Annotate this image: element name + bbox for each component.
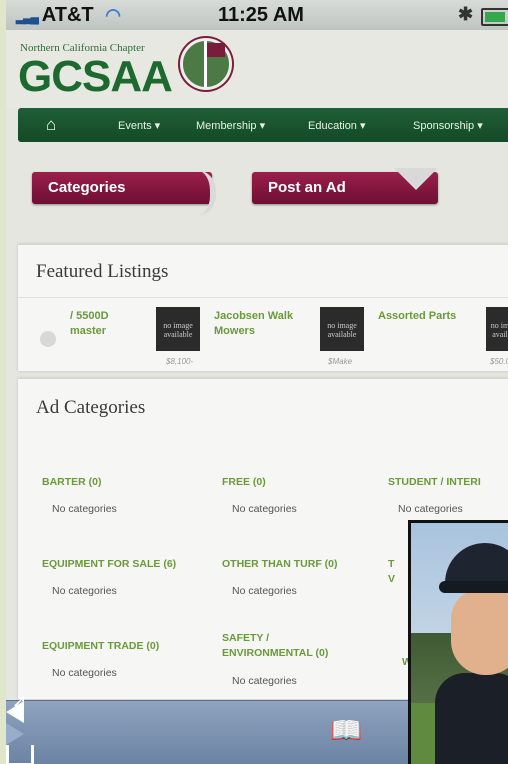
featured-listings-title: Featured Listings <box>36 261 169 282</box>
category-title[interactable]: SAFETY / ENVIRONMENTAL (0) <box>222 631 362 661</box>
site-header: Northern California Chapter GCSAA <box>6 30 508 108</box>
carousel-indicator-icon <box>40 331 56 347</box>
curl-arrow-icon <box>182 170 216 216</box>
post-ad-button-label: Post an Ad <box>268 179 346 196</box>
category-title[interactable]: OTHER THAN TURF (0) <box>222 557 338 572</box>
listing-thumbnail[interactable]: no image available <box>320 307 364 351</box>
ad-categories-title: Ad Categories <box>36 397 146 418</box>
home-icon[interactable]: ⌂ <box>46 115 56 135</box>
listing-price: $Make <box>328 357 353 366</box>
forward-arrow-icon[interactable] <box>6 723 24 745</box>
share-icon[interactable]: ➚ <box>6 691 34 764</box>
nav-item-sponsorship[interactable]: Sponsorship ▾ <box>413 119 483 132</box>
carrier-label: AT&T <box>41 4 94 26</box>
nav-item-membership[interactable]: Membership ▾ <box>196 119 265 132</box>
signal-icon: ▂▃▄ <box>16 10 39 24</box>
nav-item-education[interactable]: Education ▾ <box>308 119 366 132</box>
battery-icon <box>481 8 508 26</box>
category-note: No categories <box>52 503 117 515</box>
listing-thumbnail[interactable]: no image available <box>156 307 200 351</box>
video-thumbnail[interactable] <box>408 520 508 764</box>
listing-title[interactable]: Assorted Parts <box>378 309 458 324</box>
bookmarks-icon[interactable]: 📖 <box>330 715 362 746</box>
categories-button-label: Categories <box>48 179 126 196</box>
category-title[interactable]: BARTER (0) <box>42 475 102 490</box>
category-title[interactable]: T V <box>388 557 395 587</box>
wifi-icon: ◠ <box>105 5 121 25</box>
browser-toolbar: ➚ 📖 <box>6 691 408 764</box>
logo-golf-ball-icon <box>180 38 232 90</box>
listing-price: $8,100- <box>166 357 194 366</box>
featured-listings-card: Featured Listings / 5500D master no imag… <box>18 244 508 371</box>
listing-title[interactable]: / 5500D master <box>70 309 130 339</box>
listing-thumbnail[interactable]: no im avail <box>486 307 508 351</box>
status-bar: ▂▃▄ AT&T ◠ 11:25 AM ✱ <box>6 0 508 30</box>
category-note: No categories <box>52 667 117 679</box>
listing-price: $50.0 <box>490 357 508 366</box>
listing-title[interactable]: Jacobsen Walk Mowers <box>214 309 294 339</box>
category-note: No categories <box>232 675 297 687</box>
main-nav: ⌂ Events ▾ Membership ▾ Education ▾ Spon… <box>18 108 508 142</box>
bluetooth-icon: ✱ <box>458 4 474 24</box>
status-time: 11:25 AM <box>218 4 304 26</box>
nav-item-events[interactable]: Events ▾ <box>118 119 160 132</box>
category-note: No categories <box>232 585 297 597</box>
dropdown-triangle-icon <box>394 168 438 190</box>
category-title[interactable]: EQUIPMENT FOR SALE (6) <box>42 557 176 572</box>
category-note: No categories <box>398 503 463 515</box>
site-logo[interactable]: GCSAA <box>18 52 173 102</box>
category-note: No categories <box>52 585 117 597</box>
carrier: ▂▃▄ AT&T ◠ <box>16 4 121 27</box>
phone-screen: ▂▃▄ AT&T ◠ 11:25 AM ✱ Northern Californi… <box>0 0 508 764</box>
category-title[interactable]: FREE (0) <box>222 475 266 490</box>
category-title[interactable]: STUDENT / INTERI <box>388 475 481 490</box>
divider <box>18 297 508 298</box>
category-title[interactable]: EQUIPMENT TRADE (0) <box>42 639 159 654</box>
category-note: No categories <box>232 503 297 515</box>
